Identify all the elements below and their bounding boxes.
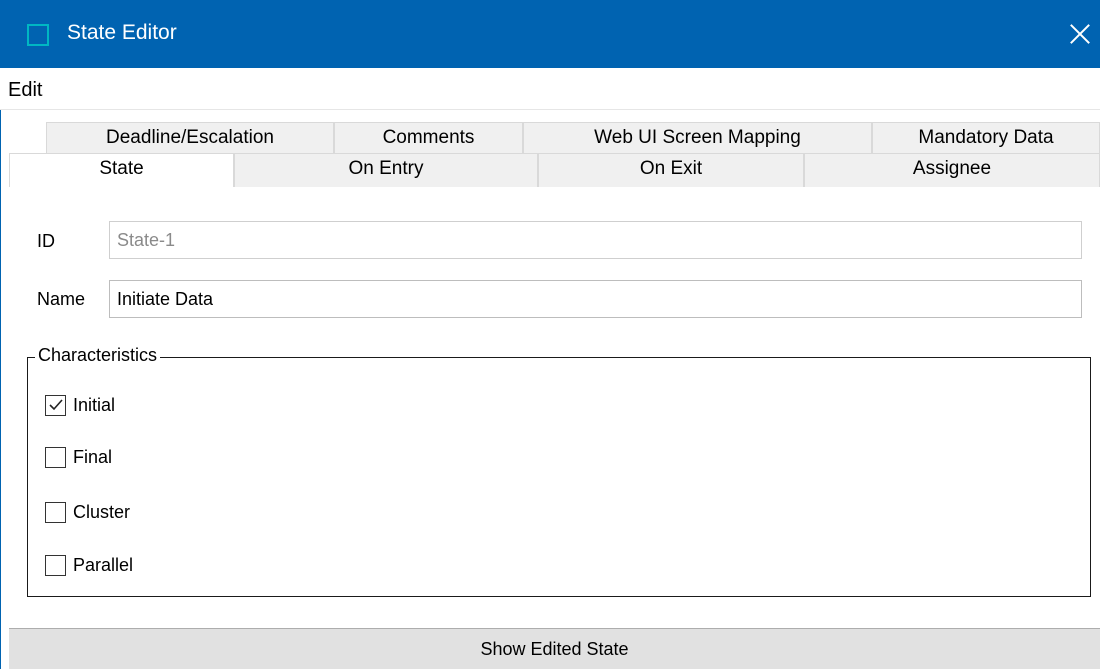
menu-edit[interactable]: Edit bbox=[8, 79, 42, 102]
checkbox-label: Parallel bbox=[73, 554, 134, 575]
tab-on-exit[interactable]: On Exit bbox=[538, 153, 804, 187]
checkbox-final[interactable]: Final bbox=[45, 445, 112, 469]
checkbox-label: Cluster bbox=[73, 501, 131, 522]
characteristics-title: Characteristics bbox=[35, 345, 161, 366]
tab-on-entry[interactable]: On Entry bbox=[234, 153, 538, 187]
checkbox-label: Final bbox=[73, 446, 113, 467]
tab-assignee[interactable]: Assignee bbox=[804, 153, 1100, 187]
characteristics-group bbox=[27, 357, 1091, 597]
id-label: ID bbox=[37, 231, 55, 251]
tab-state[interactable]: State bbox=[9, 153, 234, 187]
tab-comments[interactable]: Comments bbox=[334, 122, 523, 154]
tab-deadline-escalation[interactable]: Deadline/Escalation bbox=[46, 122, 334, 154]
name-label: Name bbox=[37, 289, 86, 309]
tab-web-ui-screen-mapping[interactable]: Web UI Screen Mapping bbox=[523, 122, 872, 154]
id-field: State-1 bbox=[109, 221, 1082, 259]
window-title: State Editor bbox=[67, 21, 177, 44]
checkbox-initial[interactable]: Initial bbox=[45, 393, 115, 417]
checkbox-box[interactable] bbox=[45, 554, 66, 576]
close-icon[interactable] bbox=[1068, 22, 1092, 46]
checkbox-box[interactable] bbox=[45, 446, 66, 468]
checkmark-icon bbox=[49, 398, 63, 410]
checkbox-box[interactable] bbox=[45, 501, 66, 523]
window-border bbox=[0, 110, 1, 669]
tab-row-front: State On Entry On Exit Assignee bbox=[0, 153, 1100, 187]
title-bar: State Editor bbox=[0, 0, 1100, 68]
checkbox-parallel[interactable]: Parallel bbox=[45, 553, 133, 577]
tab-row-back: Deadline/Escalation Comments Web UI Scre… bbox=[0, 122, 1100, 154]
menu-bar: Edit bbox=[0, 68, 1100, 110]
tab-mandatory-data[interactable]: Mandatory Data bbox=[872, 122, 1100, 154]
name-field[interactable]: Initiate Data bbox=[109, 280, 1082, 318]
checkbox-label: Initial bbox=[73, 394, 116, 415]
checkbox-box[interactable] bbox=[45, 394, 66, 416]
checkbox-cluster[interactable]: Cluster bbox=[45, 500, 130, 524]
show-edited-state-button[interactable]: Show Edited State bbox=[9, 628, 1100, 669]
window-app-icon bbox=[27, 24, 49, 46]
